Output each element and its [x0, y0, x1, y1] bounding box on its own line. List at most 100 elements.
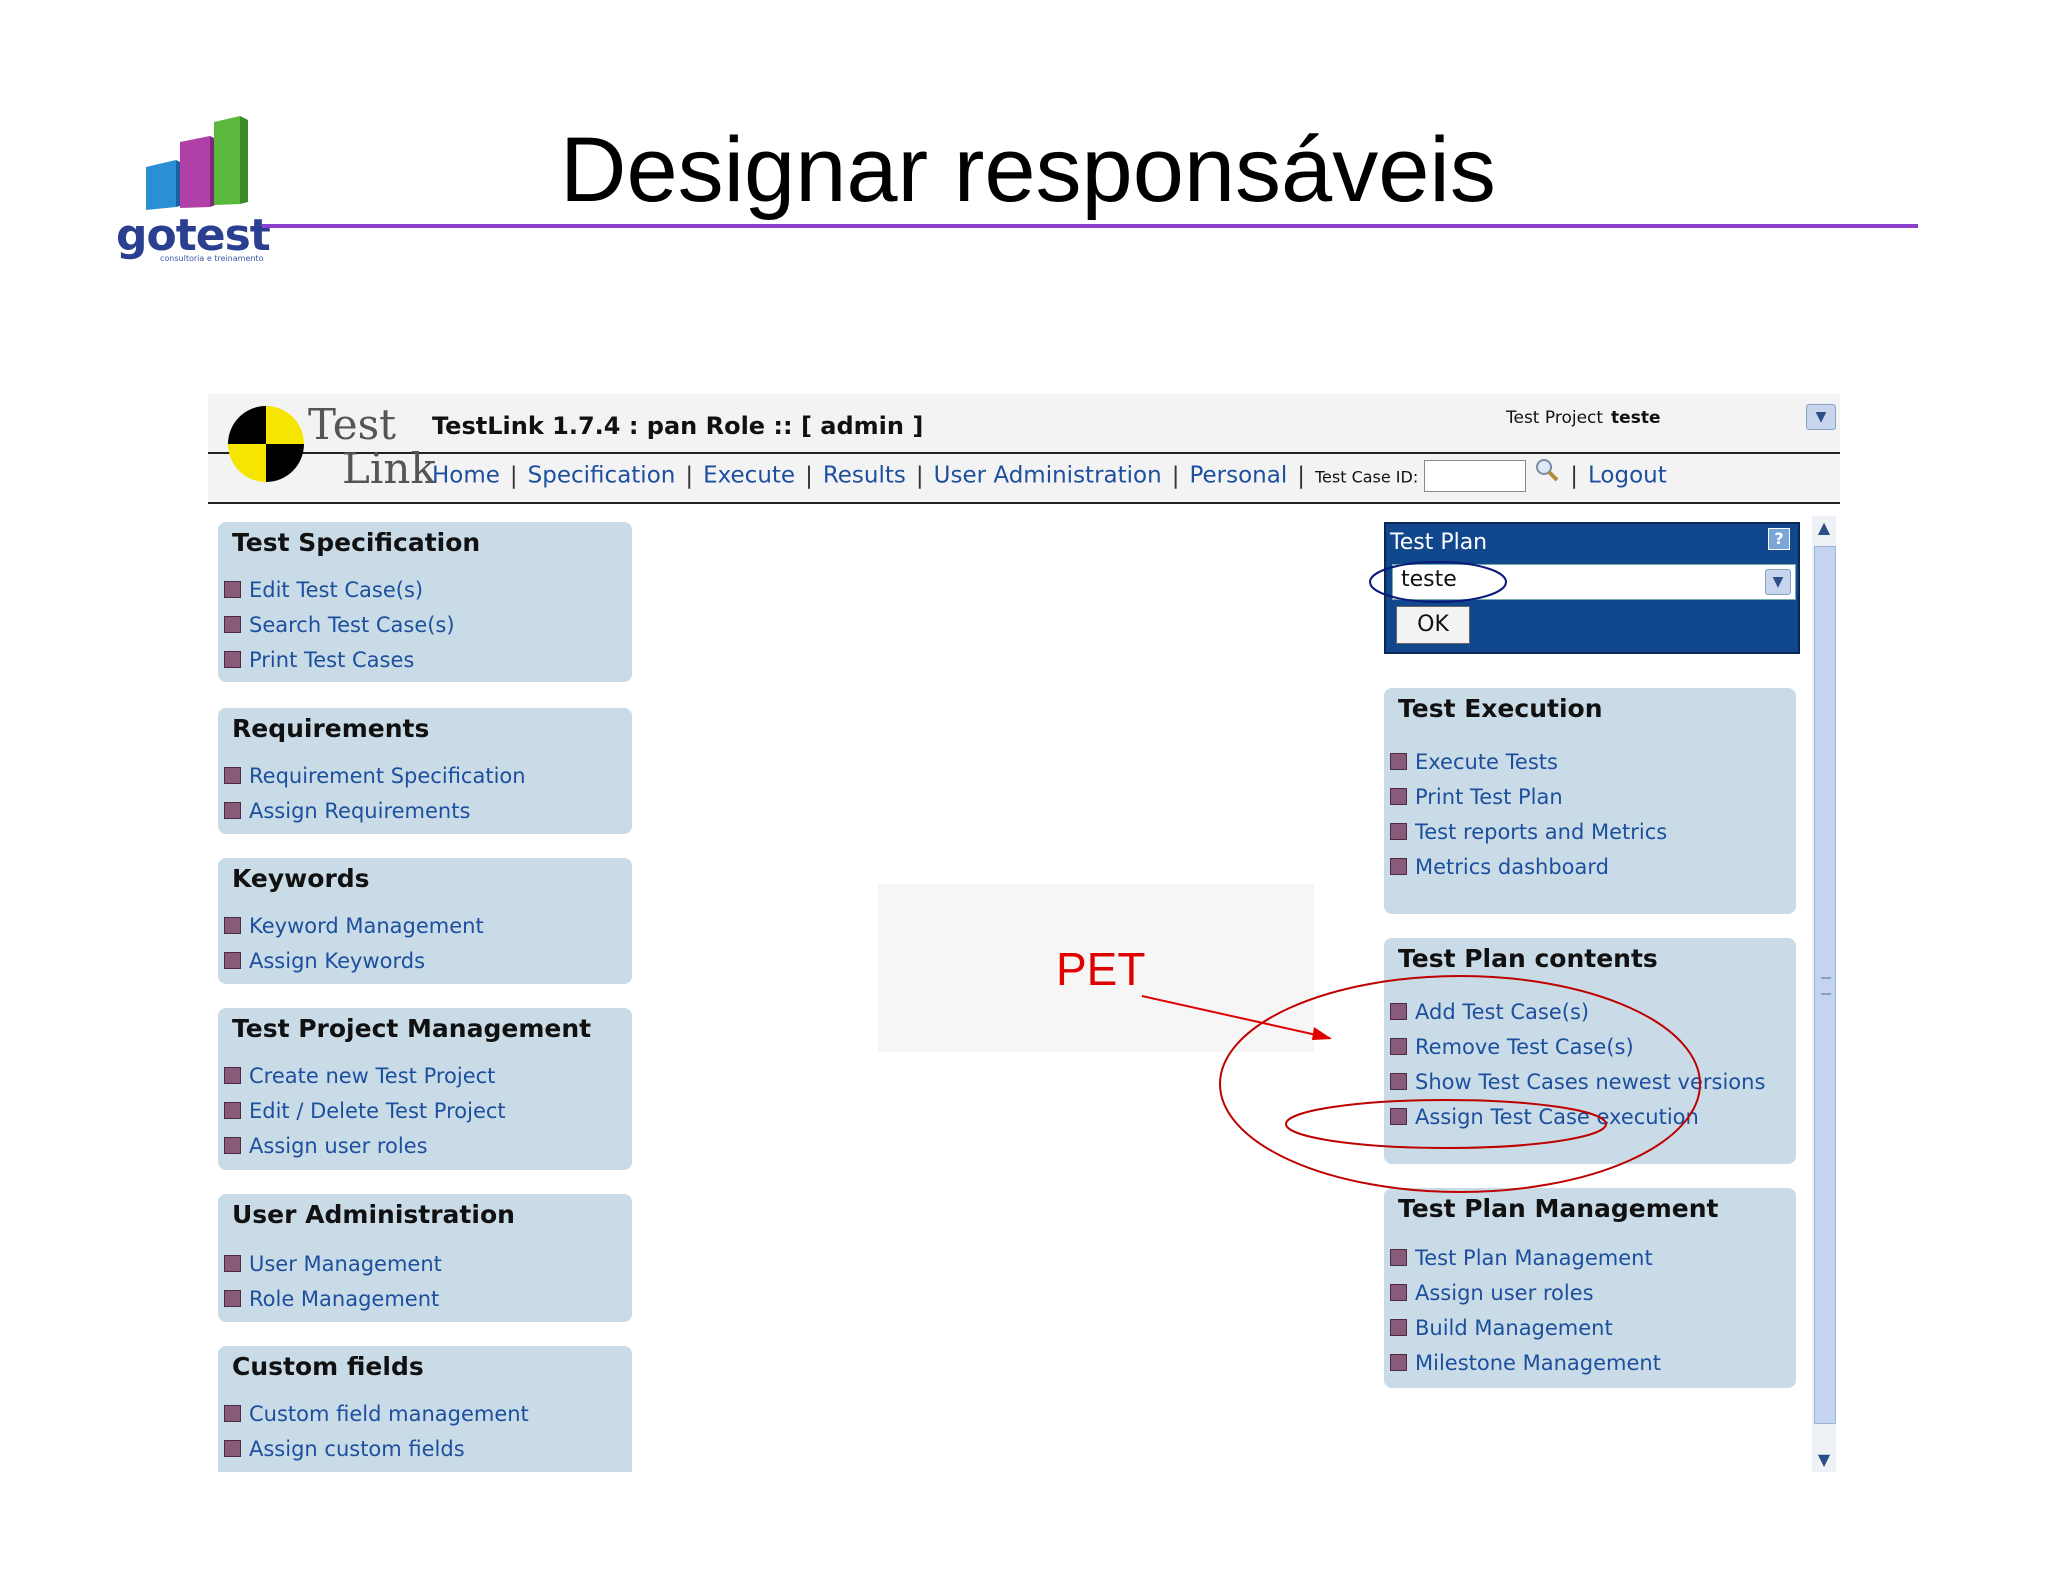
link-assign-keywords[interactable]: Assign Keywords [224, 949, 425, 973]
panel-test-plan-management: Test Plan Management Test Plan Managemen… [1384, 1188, 1796, 1388]
bar-chart-logo-icon [146, 116, 248, 210]
test-plan-selected-value: teste [1401, 567, 1457, 592]
nav-specification[interactable]: Specification [528, 463, 676, 489]
panel-requirements: Requirements Requirement Specification A… [218, 708, 632, 834]
bullet-icon [224, 1066, 241, 1084]
main-nav: Home | Specification | Execute | Results | User … [432, 457, 1667, 492]
bullet-icon [224, 1289, 241, 1307]
testlink-logo-link: Link [342, 444, 436, 493]
bullet-icon [1390, 1353, 1407, 1371]
test-project-indicator: Test Project teste [1506, 408, 1660, 428]
bullet-icon [1390, 1072, 1407, 1090]
bullet-icon [1390, 1248, 1407, 1266]
panel-title: Custom fields [232, 1352, 424, 1381]
link-assign-test-case-execution[interactable]: Assign Test Case execution [1390, 1105, 1699, 1129]
bullet-icon [224, 650, 241, 668]
link-role-management[interactable]: Role Management [224, 1287, 439, 1311]
gotest-logo: gotest consultoria e treinamento [112, 112, 272, 263]
bullet-icon [224, 801, 241, 819]
nav-home[interactable]: Home [432, 463, 500, 489]
link-custom-field-management[interactable]: Custom field management [224, 1402, 529, 1426]
bullet-icon [1390, 1037, 1407, 1055]
link-user-management[interactable]: User Management [224, 1252, 442, 1276]
title-divider [262, 224, 1918, 228]
nav-personal[interactable]: Personal [1189, 463, 1287, 489]
test-case-id-label: Test Case ID: [1314, 467, 1419, 487]
bullet-icon [1390, 1107, 1407, 1125]
nav-results[interactable]: Results [823, 463, 906, 489]
nav-user-administration[interactable]: User Administration [934, 463, 1162, 489]
panel-keywords: Keywords Keyword Management Assign Keywo… [218, 858, 632, 984]
link-test-plan-management[interactable]: Test Plan Management [1390, 1246, 1653, 1270]
testlink-screenshot: Test Link TestLink 1.7.4 : pan Role :: [… [208, 394, 1840, 1472]
test-project-label: Test Project [1506, 408, 1604, 428]
link-build-management[interactable]: Build Management [1390, 1316, 1613, 1340]
scroll-up-icon[interactable]: ▲ [1812, 516, 1836, 540]
link-assign-user-roles-plan[interactable]: Assign user roles [1390, 1281, 1594, 1305]
bullet-icon [1390, 752, 1407, 770]
nav-execute[interactable]: Execute [703, 463, 795, 489]
testlink-header: Test Link TestLink 1.7.4 : pan Role :: [… [208, 394, 1840, 504]
bullet-icon [224, 1136, 241, 1154]
test-project-value: teste [1611, 408, 1661, 428]
scrollbar-thumb[interactable] [1814, 546, 1836, 1424]
link-keyword-management[interactable]: Keyword Management [224, 914, 484, 938]
link-search-test-cases[interactable]: Search Test Case(s) [224, 613, 455, 637]
link-edit-test-cases[interactable]: Edit Test Case(s) [224, 578, 423, 602]
link-add-test-cases[interactable]: Add Test Case(s) [1390, 1000, 1589, 1024]
link-remove-test-cases[interactable]: Remove Test Case(s) [1390, 1035, 1634, 1059]
bullet-icon [224, 951, 241, 969]
testlink-logo-icon [228, 406, 304, 482]
bullet-icon [224, 766, 241, 784]
panel-test-execution: Test Execution Execute Tests Print Test … [1384, 688, 1796, 914]
link-assign-custom-fields[interactable]: Assign custom fields [224, 1437, 465, 1461]
annotation-label: PET [1056, 943, 1146, 995]
help-icon[interactable]: ? [1768, 528, 1790, 550]
slide-title: Designar responsáveis [560, 119, 1496, 221]
bullet-icon [1390, 1002, 1407, 1020]
grip-icon [1821, 977, 1831, 995]
link-print-test-plan[interactable]: Print Test Plan [1390, 785, 1563, 809]
link-test-reports-and-metrics[interactable]: Test reports and Metrics [1390, 820, 1667, 844]
panel-custom-fields: Custom fields Custom field management As… [218, 1346, 632, 1472]
test-plan-selector: Test Plan ? teste ▼ OK [1384, 522, 1800, 654]
bullet-icon [224, 615, 241, 633]
testlink-logo-test: Test [308, 400, 397, 449]
panel-test-specification: Test Specification Edit Test Case(s) Sea… [218, 522, 632, 682]
panel-title: Test Project Management [232, 1014, 592, 1043]
ok-button[interactable]: OK [1396, 606, 1470, 644]
panel-user-administration: User Administration User Management Role… [218, 1194, 632, 1322]
bullet-icon [1390, 787, 1407, 805]
link-edit-delete-test-project[interactable]: Edit / Delete Test Project [224, 1099, 506, 1123]
link-milestone-management[interactable]: Milestone Management [1390, 1351, 1661, 1375]
vertical-scrollbar[interactable]: ▲ ▼ [1812, 516, 1836, 1472]
logo-subtext: consultoria e treinamento [160, 254, 264, 263]
link-execute-tests[interactable]: Execute Tests [1390, 750, 1558, 774]
bullet-icon [224, 916, 241, 934]
scroll-down-icon[interactable]: ▼ [1812, 1448, 1836, 1472]
link-requirement-specification[interactable]: Requirement Specification [224, 764, 526, 788]
link-show-test-cases-newest-versions[interactable]: Show Test Cases newest versions [1390, 1070, 1765, 1094]
test-plan-select[interactable]: teste ▼ [1392, 564, 1796, 600]
link-assign-requirements[interactable]: Assign Requirements [224, 799, 470, 823]
link-print-test-cases[interactable]: Print Test Cases [224, 648, 414, 672]
bullet-icon [224, 1101, 241, 1119]
bullet-icon [224, 1254, 241, 1272]
panel-title: Test Execution [1398, 694, 1603, 723]
project-select-chevron-down-icon[interactable]: ▼ [1806, 404, 1836, 430]
panel-title: Requirements [232, 714, 430, 743]
bullet-icon [224, 1404, 241, 1422]
panel-title: User Administration [232, 1200, 515, 1229]
test-case-id-input[interactable] [1424, 460, 1527, 492]
panel-title: Keywords [232, 864, 370, 893]
chevron-down-icon[interactable]: ▼ [1765, 569, 1791, 595]
search-icon[interactable] [1534, 457, 1560, 483]
nav-logout[interactable]: Logout [1588, 463, 1667, 489]
link-assign-user-roles[interactable]: Assign user roles [224, 1134, 428, 1158]
header-divider [208, 452, 1840, 454]
bullet-icon [1390, 1283, 1407, 1301]
link-create-new-test-project[interactable]: Create new Test Project [224, 1064, 495, 1088]
bullet-icon [1390, 1318, 1407, 1336]
link-metrics-dashboard[interactable]: Metrics dashboard [1390, 855, 1609, 879]
panel-title: Test Plan Management [1398, 1194, 1719, 1223]
